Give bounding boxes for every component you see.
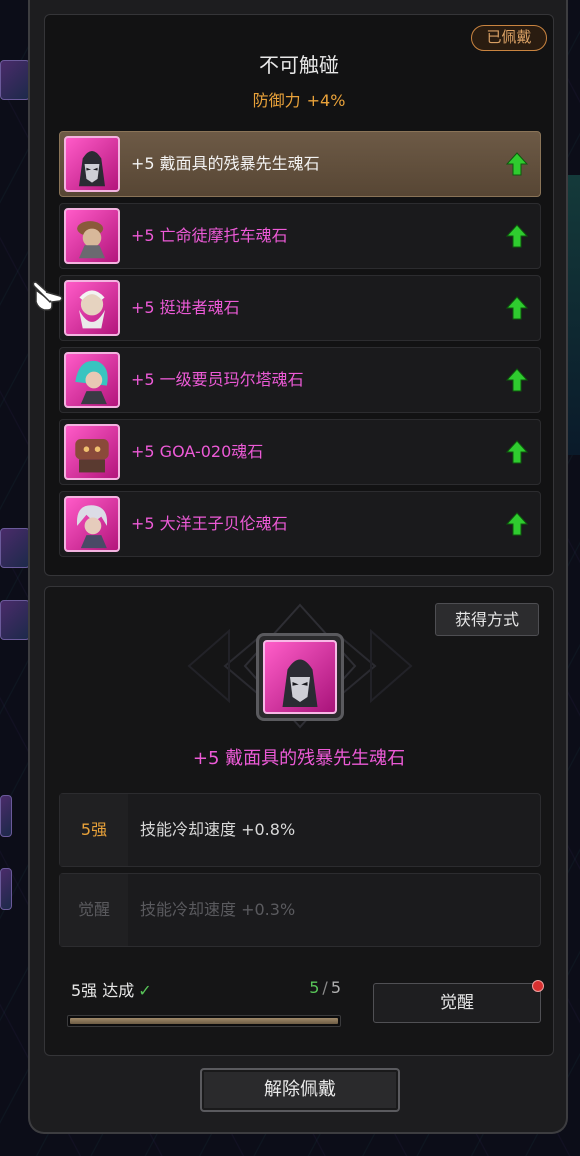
green-up-arrow-icon bbox=[506, 440, 528, 464]
cyan-haired-woman-portrait-icon bbox=[64, 352, 120, 408]
enhance-progress-bar bbox=[67, 1015, 341, 1027]
soulstone-row[interactable]: +5 GOA-020魂石 bbox=[59, 419, 541, 485]
selected-soulstone-icon bbox=[256, 633, 344, 721]
soulstone-set-panel: 已佩戴 不可触碰 防御力 +4% +5 戴面具的残暴先生魂石 +5 亡命徒摩托车魂… bbox=[28, 0, 568, 1134]
background-hero-card bbox=[0, 528, 30, 568]
silver-haired-prince-portrait-icon bbox=[64, 496, 120, 552]
green-up-arrow-icon bbox=[506, 152, 528, 176]
soulstone-row[interactable]: +5 挺进者魂石 bbox=[59, 275, 541, 341]
bearded-old-man-portrait-icon bbox=[64, 280, 120, 336]
enhance-progress-fill bbox=[70, 1018, 338, 1024]
background-hero-card bbox=[0, 868, 12, 910]
enhance-progress-label: 5强 达成 ✓ bbox=[71, 977, 152, 1001]
effect-tier-label: 5强 bbox=[60, 794, 128, 866]
green-up-arrow-icon bbox=[506, 224, 528, 248]
pointing-hand-cursor-icon bbox=[32, 281, 63, 311]
awaken-button-label: 觉醒 bbox=[440, 993, 474, 1013]
effect-tier-label: 觉醒 bbox=[60, 874, 128, 946]
enhance-progress-count: 5/5 bbox=[277, 978, 341, 997]
soulstone-name: +5 挺进者魂石 bbox=[131, 298, 240, 317]
soulstone-name: +5 一级要员玛尔塔魂石 bbox=[131, 370, 304, 389]
obtain-method-button[interactable]: 获得方式 bbox=[435, 603, 539, 636]
effect-row-awaken: 觉醒 技能冷却速度 +0.3% bbox=[59, 873, 541, 947]
set-bonus-value: +4% bbox=[306, 91, 346, 110]
green-up-arrow-icon bbox=[506, 296, 528, 320]
soulstone-row[interactable]: +5 一级要员玛尔塔魂石 bbox=[59, 347, 541, 413]
effect-description: 技能冷却速度 +0.8% bbox=[140, 820, 296, 839]
background-hero-card bbox=[0, 60, 30, 100]
soulstone-name: +5 GOA-020魂石 bbox=[131, 442, 264, 461]
soulstone-name: +5 大洋王子贝伦魂石 bbox=[131, 514, 288, 533]
unequip-button[interactable]: 解除佩戴 bbox=[200, 1068, 400, 1112]
soulstone-name: +5 戴面具的残暴先生魂石 bbox=[131, 154, 320, 173]
background-hero-card bbox=[0, 600, 30, 640]
background-hero-card bbox=[0, 795, 12, 837]
enhance-progress-text: 5强 达成 bbox=[71, 981, 135, 1000]
effect-row-tier5: 5强 技能冷却速度 +0.8% bbox=[59, 793, 541, 867]
masked-villain-portrait-icon bbox=[64, 136, 120, 192]
set-bonus: 防御力 +4% bbox=[45, 87, 553, 111]
green-up-arrow-icon bbox=[506, 368, 528, 392]
selected-soulstone-name: +5 戴面具的残暴先生魂石 bbox=[192, 748, 406, 769]
set-title: 不可触碰 bbox=[259, 53, 339, 77]
effect-description: 技能冷却速度 +0.3% bbox=[140, 900, 296, 919]
set-overview: 已佩戴 不可触碰 防御力 +4% +5 戴面具的残暴先生魂石 +5 亡命徒摩托车魂… bbox=[44, 14, 554, 576]
checkmark-icon: ✓ bbox=[138, 981, 152, 1000]
robot-tank-portrait-icon bbox=[64, 424, 120, 480]
background-edge bbox=[568, 175, 580, 455]
notification-dot-icon bbox=[532, 980, 544, 992]
soulstone-detail: 获得方式 +5 戴面具的残暴先生魂石 5强 技能冷却速度 +0.8% 觉醒 技能… bbox=[44, 586, 554, 1056]
set-bonus-stat: 防御力 bbox=[252, 91, 301, 110]
soulstone-list: +5 戴面具的残暴先生魂石 +5 亡命徒摩托车魂石 +5 挺进者魂石 +5 一级… bbox=[59, 131, 541, 563]
soulstone-row[interactable]: +5 大洋王子贝伦魂石 bbox=[59, 491, 541, 557]
outlaw-biker-portrait-icon bbox=[64, 208, 120, 264]
soulstone-row[interactable]: +5 戴面具的残暴先生魂石 bbox=[59, 131, 541, 197]
progress-max: 5 bbox=[330, 978, 341, 997]
awaken-button[interactable]: 觉醒 bbox=[373, 980, 544, 1023]
progress-current: 5 bbox=[309, 978, 320, 997]
progress-separator: / bbox=[322, 978, 328, 997]
soulstone-row[interactable]: +5 亡命徒摩托车魂石 bbox=[59, 203, 541, 269]
equipped-badge: 已佩戴 bbox=[471, 25, 547, 51]
soulstone-name: +5 亡命徒摩托车魂石 bbox=[131, 226, 288, 245]
green-up-arrow-icon bbox=[506, 512, 528, 536]
